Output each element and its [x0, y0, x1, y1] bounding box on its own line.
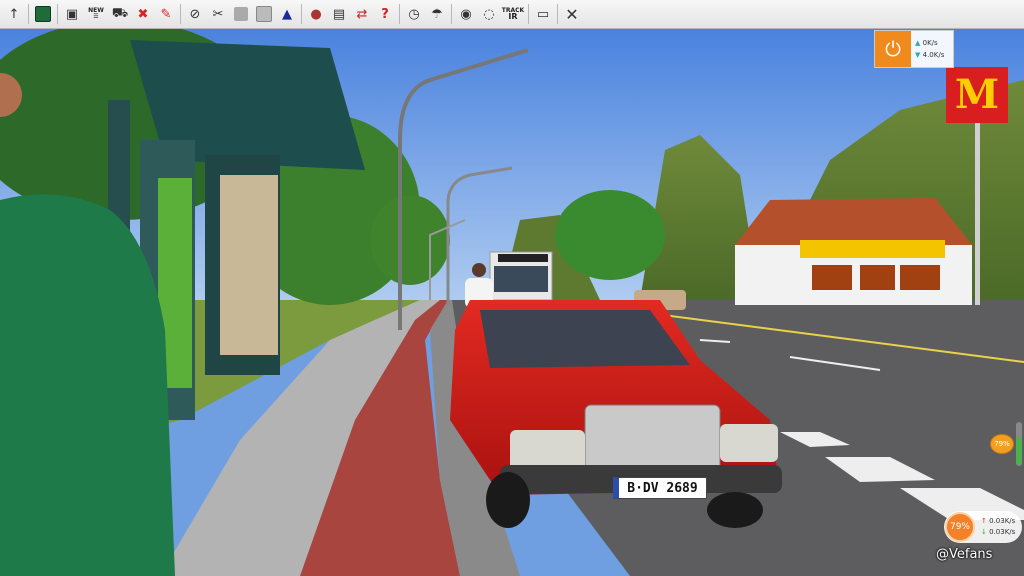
- swap-icon[interactable]: ⇄: [352, 4, 372, 24]
- notepad-icon[interactable]: ▤: [329, 4, 349, 24]
- car-grille: [584, 404, 721, 476]
- car-headlight: [510, 430, 585, 470]
- toolbar: ↑ ▣ NEW ☰ ⛟ ✖ ✎ ⊘ ✂ ▲ ● ▤ ⇄ ? ◷ ☂ ◉ ◌ TRA…: [0, 0, 1024, 29]
- car-headlight: [720, 424, 778, 462]
- toolbar-separator: [301, 4, 302, 24]
- restaurant-window: [812, 265, 852, 290]
- tools-icon[interactable]: ✂: [208, 4, 228, 24]
- mini-rates: ↑ 0.03K/s ↓ 0.03K/s: [975, 516, 1015, 538]
- new-label: NEW: [88, 7, 104, 14]
- side-indicator-percent: 79%: [990, 434, 1014, 454]
- memory-percent: 79%: [945, 512, 975, 542]
- clock-icon[interactable]: ◷: [404, 4, 424, 24]
- weather-icon[interactable]: ☂: [427, 4, 447, 24]
- pedestrian-head: [472, 263, 486, 277]
- sign-pole: [975, 120, 980, 305]
- power-icon[interactable]: ⏻: [875, 31, 911, 67]
- mini-upload-rate: 0.03K/s: [989, 517, 1016, 525]
- memory-speed-widget[interactable]: 79% ↑ 0.03K/s ↓ 0.03K/s: [944, 511, 1022, 543]
- route-icon[interactable]: ⊘: [185, 4, 205, 24]
- ad-poster: [220, 175, 278, 355]
- restaurant-window: [900, 265, 940, 290]
- mini-download-rate: 0.03K/s: [989, 528, 1016, 536]
- mouse-icon[interactable]: ◌: [479, 4, 499, 24]
- driver-icon[interactable]: ●: [306, 4, 326, 24]
- screenshot-icon[interactable]: ▭: [533, 4, 553, 24]
- toolbar-separator: [57, 4, 58, 24]
- remove-bus-icon[interactable]: ✖: [133, 4, 153, 24]
- game-viewport[interactable]: M B·DV 2689: [0, 29, 1024, 576]
- bus-windshield: [494, 266, 548, 292]
- map-icon[interactable]: [33, 4, 53, 24]
- car-wheel: [486, 472, 530, 528]
- network-rates: ▲ 0K/s ▼ 4.0K/s: [911, 37, 953, 61]
- restaurant-sign: M: [946, 67, 1008, 123]
- save-icon[interactable]: ▣: [62, 4, 82, 24]
- new-timetable-icon[interactable]: NEW ☰: [85, 4, 107, 24]
- side-indicator-fill: [1016, 437, 1022, 465]
- help-icon[interactable]: ?: [375, 4, 395, 24]
- track-icon[interactable]: TRACK IR: [502, 4, 524, 24]
- marker-icon[interactable]: ✎: [156, 4, 176, 24]
- camera-icon[interactable]: ◉: [456, 4, 476, 24]
- tree: [370, 195, 450, 285]
- gray-block-icon[interactable]: [231, 4, 251, 24]
- bus-icon[interactable]: ⛟: [110, 4, 130, 24]
- track-ir-label: IR: [508, 12, 518, 21]
- arrow-up-icon[interactable]: ↑: [4, 4, 24, 24]
- toolbar-separator: [451, 4, 452, 24]
- side-indicator[interactable]: 79%: [990, 422, 1022, 466]
- restaurant-window: [860, 265, 895, 290]
- download-rate: 4.0K/s: [922, 51, 945, 59]
- restaurant-sign-letter: M: [954, 71, 1000, 118]
- close-icon[interactable]: ✕: [562, 4, 582, 24]
- network-speed-widget[interactable]: ⏻ ▲ 0K/s ▼ 4.0K/s: [874, 30, 954, 68]
- car-wheel: [707, 492, 763, 528]
- bus-destination-sign: [498, 254, 548, 262]
- upload-rate: 0K/s: [922, 39, 938, 47]
- toolbar-separator: [528, 4, 529, 24]
- upload-arrow-icon: ▲: [915, 39, 921, 47]
- watermark: @Vefans: [936, 547, 993, 562]
- upload-arrow-icon: ↑: [981, 517, 987, 525]
- restaurant-awning: [800, 240, 945, 258]
- scene-render: [0, 29, 1024, 576]
- copy-icon[interactable]: [254, 4, 274, 24]
- tree: [555, 190, 665, 280]
- toolbar-separator: [399, 4, 400, 24]
- toolbar-separator: [28, 4, 29, 24]
- download-arrow-icon: ▼: [915, 51, 921, 59]
- toolbar-separator: [557, 4, 558, 24]
- restaurant-roof: [735, 198, 972, 245]
- bell-icon[interactable]: ▲: [277, 4, 297, 24]
- download-arrow-icon: ↓: [981, 528, 987, 536]
- toolbar-separator: [180, 4, 181, 24]
- license-plate: B·DV 2689: [613, 477, 707, 499]
